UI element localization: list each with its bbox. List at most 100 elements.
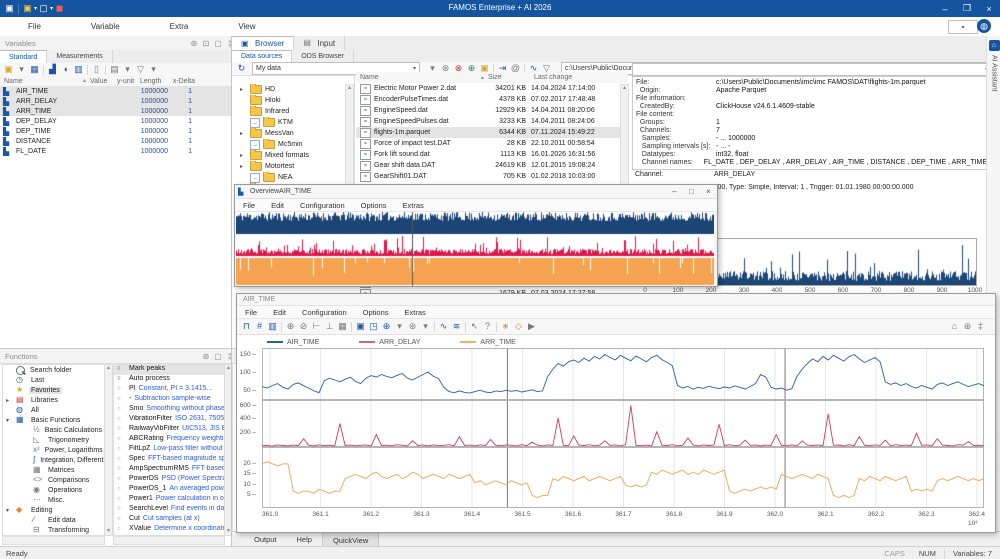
legend-item[interactable]: ARR_TIME (460, 339, 515, 346)
menu-item[interactable]: Variable (79, 22, 132, 31)
col-name[interactable]: Name (0, 78, 82, 85)
overview-title-bar[interactable]: ▙ OverviewAIR_TIME – □ × (235, 185, 717, 199)
file-row[interactable]: ≈Gear shift data.DAT 24619 KB 12.01.2015… (356, 160, 628, 171)
toolbar-icon[interactable]: ⊕ (284, 321, 297, 333)
folder-item[interactable]: ▸ Mixed formats (232, 150, 344, 161)
file-tree-scrollbar[interactable]: ▴ (345, 84, 354, 186)
toolbar-icon[interactable] (465, 322, 466, 332)
toolbar-icon[interactable]: ▥ (266, 321, 279, 333)
function-list-item[interactable]: ○ SearchLevel Find events in data at (114, 505, 224, 515)
functions-tree-item[interactable]: ▸▤Libraries (3, 395, 104, 405)
file-row[interactable]: ≈GearShift01.DAT 705 KB 01.02.2018 10:03… (356, 171, 628, 182)
toolbar-icon[interactable]: ◳ (367, 321, 380, 333)
functions-tree-item[interactable]: <>Comparisons (3, 475, 104, 485)
panel-header-icon[interactable]: ⊡ (200, 39, 212, 48)
functions-tree-item[interactable]: ▦Matrices (3, 465, 104, 475)
function-list-item[interactable]: ○ - Subtraction sample-wise (114, 395, 224, 405)
folder-item[interactable]: → KTM (232, 117, 344, 128)
file-row[interactable]: ≈Force of impact test.DAT 28 KB 22.10.20… (356, 138, 628, 149)
functions-tree-item[interactable]: ▾▦Basic Functions (3, 415, 104, 425)
overview-menu-item[interactable]: File (235, 201, 263, 210)
main-tab[interactable]: ▣Browser (232, 36, 294, 51)
curve-menu-item[interactable]: File (237, 308, 265, 317)
functions-tree-item[interactable]: ∕Edit data (3, 515, 104, 525)
file-list-scrollbar[interactable]: ▴ (620, 84, 629, 186)
toolbar-icon[interactable]: ↖ (468, 321, 481, 333)
variable-row[interactable]: ▙ARR_DELAY 1000000 1 (0, 96, 231, 106)
toolbar-icon[interactable]: ∿ (437, 321, 450, 333)
toolbar-icon[interactable] (87, 65, 88, 75)
toolbar-icon[interactable]: ⊥ (323, 321, 336, 333)
file-row[interactable]: ≈flights-1m.parquet 6344 KB 07.11.2024 1… (356, 127, 628, 138)
variable-row[interactable]: ▙DEP_DELAY 1000000 1 (0, 116, 231, 126)
folder-item[interactable]: ▸ MessVan (232, 128, 344, 139)
function-list-item[interactable]: ○ Cut Cut samples (at x) (114, 515, 224, 525)
function-list-item[interactable]: ○ Smo Smoothing without phase shift (114, 405, 224, 415)
overview-menu-item[interactable]: Configuration (292, 201, 353, 210)
toolbar-icon[interactable] (105, 65, 106, 75)
curve-window-title-bar[interactable]: AIR_TIME (237, 294, 995, 306)
panel-header-icon[interactable]: ▢ (212, 352, 224, 361)
folder-item[interactable]: → Mc5min (232, 139, 344, 150)
overview-maximize-button[interactable]: □ (683, 187, 700, 196)
folder-item[interactable]: → NEA (232, 172, 344, 183)
functions-tree-item[interactable]: ½Basic Calculations (3, 425, 104, 435)
toolbar-icon[interactable]: ∗ (499, 321, 512, 333)
variables-tab[interactable]: Measurements (47, 50, 112, 63)
toolbar-icon[interactable]: ⊛ (406, 321, 419, 333)
folder-item[interactable]: ▸ HD (232, 84, 344, 95)
toolbar-icon[interactable]: ▾ (15, 64, 28, 76)
toolbar-icon[interactable]: ▶ (525, 321, 538, 333)
file-col-change[interactable]: Last change (526, 74, 596, 81)
file-row[interactable]: ≈Electric Motor Power 2.dat 34201 KB 14.… (356, 83, 628, 94)
toolbar-icon[interactable]: ▟ (46, 64, 59, 76)
menu-item[interactable]: File (16, 22, 53, 31)
toolbar-icon[interactable]: ▾ (147, 64, 160, 76)
function-list-item[interactable]: ○ Spec FFT-based magnitude spectru (114, 455, 224, 465)
toolbar-icon[interactable]: ⊢ (310, 321, 323, 333)
panel-header-icon[interactable]: ▢ (212, 39, 224, 48)
quickview-chart[interactable] (262, 348, 984, 508)
toolbar-icon[interactable] (496, 322, 497, 332)
functions-tree-item[interactable]: ◺Trigonometry (3, 435, 104, 445)
overview-menu-item[interactable]: Edit (263, 201, 292, 210)
overview-menu-item[interactable]: Extras (395, 201, 432, 210)
function-list-item[interactable]: ○ VibrationFilter ISO 2631, 7505, 534 (114, 415, 224, 425)
function-list-item[interactable]: ○ ABCRating Frequency weighting as (114, 435, 224, 445)
functions-tree-item[interactable]: ◷Last (3, 375, 104, 385)
toolbar-icon[interactable]: ⊓ (240, 321, 253, 333)
legend-item[interactable]: AIR_TIME (267, 339, 319, 346)
toolbar-icon[interactable]: ▤ (108, 64, 121, 76)
functions-tree-hscrollbar[interactable] (2, 536, 105, 545)
toolbar-icon[interactable]: ▾ (121, 64, 134, 76)
functions-tree-item[interactable]: ▾◆Editing (3, 505, 104, 515)
toolbar-icon[interactable] (281, 322, 282, 332)
toolbar-icon[interactable] (434, 322, 435, 332)
menu-item[interactable]: Extra (158, 22, 201, 31)
ribbon-collapse-button[interactable]: ▾ (948, 20, 978, 34)
toolbar-icon[interactable]: ▥ (72, 64, 85, 76)
overview-strips-chart[interactable] (236, 212, 714, 286)
legend-item[interactable]: ARR_DELAY (359, 339, 420, 346)
toolbar-icon[interactable] (351, 322, 352, 332)
browser-subtab[interactable]: Data sources (232, 50, 292, 63)
toolbar-icon[interactable]: ◇ (512, 321, 525, 333)
toolbar-icon[interactable]: ⊘ (297, 321, 310, 333)
function-list-item[interactable]: ○ XValue Determine x coordinate (114, 525, 224, 535)
panel-header-icon[interactable]: ⊛ (188, 39, 200, 48)
folder-item[interactable]: Hioki (232, 95, 344, 106)
toolbar-icon[interactable]: ▦ (28, 64, 41, 76)
variable-row[interactable]: ▙AIR_TIME 1000000 1 (0, 86, 231, 96)
minimize-button[interactable]: – (934, 4, 956, 14)
function-list-item[interactable]: ○ RailwayVibFilter UIC513, JIS E4023 (114, 425, 224, 435)
function-list-item[interactable]: ○ AmpSpectrumRMS FFT-based magn (114, 465, 224, 475)
file-col-size[interactable]: Size (488, 74, 526, 81)
function-list-item[interactable]: ≡ Auto process (114, 375, 224, 385)
functions-tree-item[interactable]: ★Favorites (3, 385, 104, 395)
bottom-tab[interactable]: Help (287, 532, 322, 547)
toolbar-icon[interactable]: # (253, 321, 266, 333)
toolbar-icon[interactable]: ≋ (450, 321, 463, 333)
file-col-name[interactable]: Name (356, 74, 480, 81)
function-list-item[interactable]: ○ PI Constant, PI = 3.1415... (114, 385, 224, 395)
variable-row[interactable]: ▙ARR_TIME 1000000 1 (0, 106, 231, 116)
